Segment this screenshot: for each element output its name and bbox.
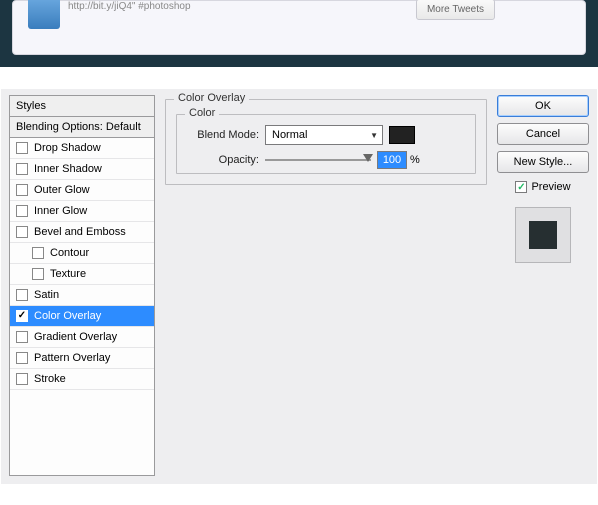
style-item-label: Contour [50,247,89,259]
blend-mode-label: Blend Mode: [187,129,265,141]
opacity-input[interactable]: 100 [377,151,407,169]
style-checkbox[interactable] [16,310,28,322]
style-item-label: Stroke [34,373,66,385]
panel-title: Color Overlay [174,92,249,104]
preview-label: Preview [531,181,570,193]
style-item-color-overlay[interactable]: Color Overlay [10,306,154,327]
tweet-link-text: http://bit.y/jiQ4" #photoshop [68,1,191,12]
opacity-label: Opacity: [187,154,265,166]
style-item-gradient-overlay[interactable]: Gradient Overlay [10,327,154,348]
preview-checkbox[interactable] [515,181,527,193]
style-item-inner-glow[interactable]: Inner Glow [10,201,154,222]
style-checkbox[interactable] [16,331,28,343]
style-item-stroke[interactable]: Stroke [10,369,154,390]
preview-swatch-frame [515,207,571,263]
dialog-buttons-panel: OK Cancel New Style... Preview [497,95,589,476]
style-checkbox[interactable] [16,142,28,154]
slider-thumb-icon[interactable] [363,154,373,162]
style-checkbox[interactable] [16,373,28,385]
style-checkbox[interactable] [16,184,28,196]
new-style-button[interactable]: New Style... [497,151,589,173]
style-checkbox[interactable] [16,163,28,175]
style-item-label: Drop Shadow [34,142,101,154]
style-checkbox[interactable] [16,289,28,301]
avatar [28,0,60,29]
preview-swatch [529,221,557,249]
style-item-label: Bevel and Emboss [34,226,126,238]
style-item-satin[interactable]: Satin [10,285,154,306]
opacity-row: Opacity: 100 % [187,151,465,169]
color-group-title: Color [185,107,219,119]
style-item-label: Inner Shadow [34,163,102,175]
blend-mode-dropdown[interactable]: Normal ▼ [265,125,383,145]
spacer [0,67,598,88]
settings-panel: Color Overlay Color Blend Mode: Normal ▼… [165,95,487,476]
style-item-label: Inner Glow [34,205,87,217]
layer-style-dialog: Styles Blending Options: Default Drop Sh… [0,88,598,485]
blend-mode-row: Blend Mode: Normal ▼ [187,125,465,145]
opacity-slider-wrap: 100 % [265,151,420,169]
cancel-button[interactable]: Cancel [497,123,589,145]
style-item-pattern-overlay[interactable]: Pattern Overlay [10,348,154,369]
style-item-label: Texture [50,268,86,280]
style-checkbox[interactable] [32,268,44,280]
style-checkbox[interactable] [16,205,28,217]
preview-toggle-row[interactable]: Preview [497,181,589,193]
style-item-label: Gradient Overlay [34,331,117,343]
style-item-outer-glow[interactable]: Outer Glow [10,180,154,201]
style-item-label: Color Overlay [34,310,101,322]
style-item-inner-shadow[interactable]: Inner Shadow [10,159,154,180]
style-item-label: Pattern Overlay [34,352,110,364]
color-swatch[interactable] [389,126,415,144]
opacity-unit: % [410,154,420,166]
chevron-down-icon: ▼ [370,131,378,140]
color-fieldset: Color Blend Mode: Normal ▼ Opacity: [176,114,476,174]
blending-options-header[interactable]: Blending Options: Default [10,117,154,138]
color-overlay-fieldset: Color Overlay Color Blend Mode: Normal ▼… [165,99,487,185]
style-item-drop-shadow[interactable]: Drop Shadow [10,138,154,159]
style-checkbox[interactable] [16,226,28,238]
style-item-label: Outer Glow [34,184,90,196]
tweet-card: http://bit.y/jiQ4" #photoshop More Tweet… [12,0,586,55]
styles-list-panel: Styles Blending Options: Default Drop Sh… [9,95,155,476]
styles-list: Drop Shadow Inner Shadow Outer Glow Inner G… [10,138,154,390]
style-item-texture[interactable]: Texture [10,264,154,285]
style-checkbox[interactable] [32,247,44,259]
more-tweets-button[interactable]: More Tweets [416,0,495,20]
style-item-bevel-and-emboss[interactable]: Bevel and Emboss [10,222,154,243]
styles-header[interactable]: Styles [10,96,154,117]
blend-mode-value: Normal [272,129,307,141]
page-background-top: http://bit.y/jiQ4" #photoshop More Tweet… [0,0,598,67]
style-checkbox[interactable] [16,352,28,364]
style-item-contour[interactable]: Contour [10,243,154,264]
opacity-slider[interactable] [265,159,371,161]
style-item-label: Satin [34,289,59,301]
ok-button[interactable]: OK [497,95,589,117]
